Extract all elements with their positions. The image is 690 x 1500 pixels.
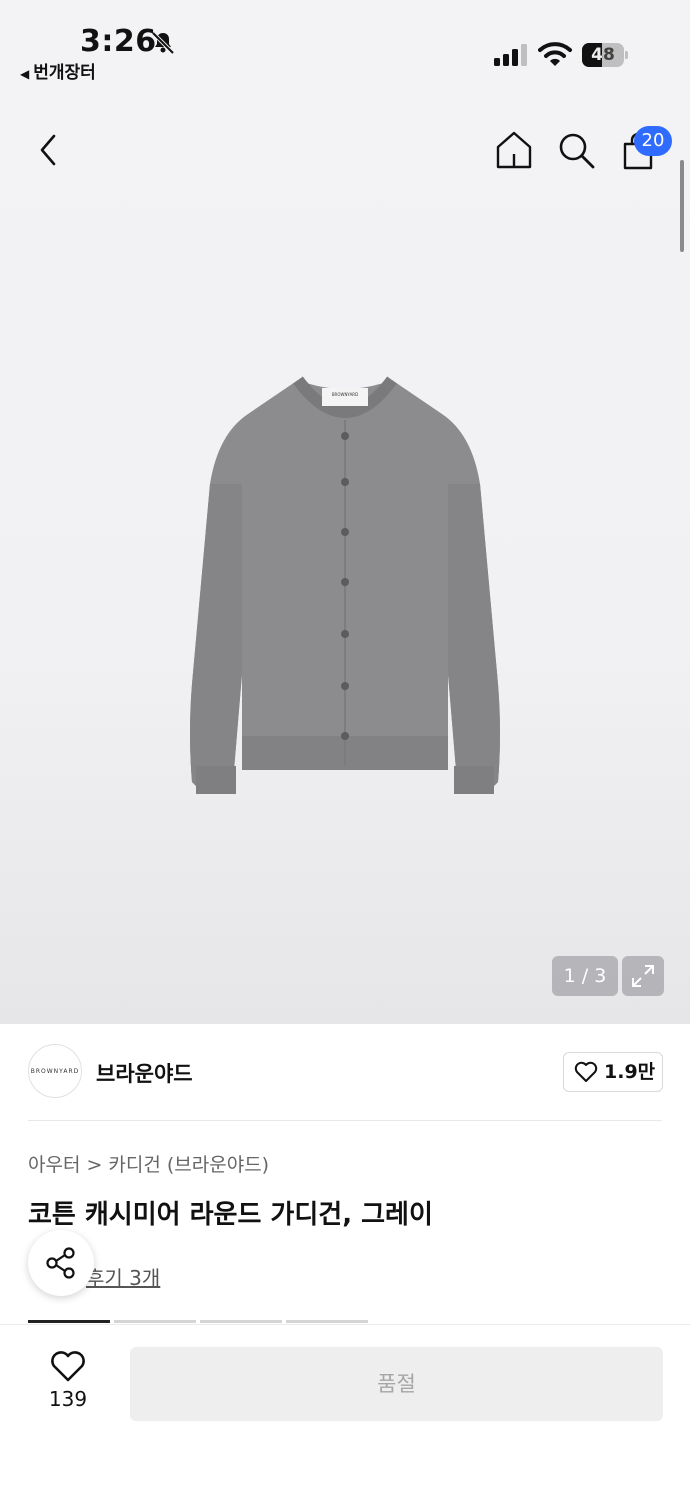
breadcrumb-item-cardigan[interactable]: 카디건 (브라운야드): [108, 1154, 269, 1176]
review-link[interactable]: 후기 3개: [86, 1262, 160, 1291]
breadcrumb: 아우터 > 카디건 (브라운야드): [28, 1150, 269, 1177]
status-time: 3:26: [80, 24, 157, 59]
battery-indicator: 48: [582, 43, 628, 67]
divider: [28, 1120, 662, 1121]
wifi-icon: [538, 42, 572, 66]
wishlist-button[interactable]: 139: [38, 1351, 98, 1431]
search-icon[interactable]: [556, 130, 596, 170]
heart-icon: [51, 1351, 85, 1382]
share-icon: [46, 1247, 75, 1279]
back-to-app-link[interactable]: ◀ 번개장터: [20, 58, 96, 83]
product-image-cardigan: BROWNYARD: [190, 376, 500, 794]
back-triangle-icon: ◀: [20, 67, 30, 81]
garment-label-text: BROWNYARD: [332, 392, 358, 397]
expand-image-button[interactable]: [622, 956, 664, 996]
brand-logo[interactable]: BROWNYARD: [28, 1044, 82, 1098]
image-counter: 1 / 3: [552, 956, 618, 996]
brand-like-count: 1.9만: [604, 1061, 656, 1083]
product-gallery[interactable]: 20 BROWNYARD 1 / 3: [0, 90, 690, 1024]
product-title: 코튼 캐시미어 라운드 가디건, 그레이: [28, 1200, 433, 1230]
bottom-action-bar: 139 품절: [0, 1324, 690, 1500]
heart-icon: [574, 1061, 598, 1082]
share-button[interactable]: [28, 1230, 94, 1296]
expand-icon: [632, 965, 654, 987]
home-icon[interactable]: [494, 130, 534, 170]
battery-nub: [625, 51, 628, 59]
cellular-signal-icon: [494, 44, 527, 66]
battery-level: 48: [591, 45, 615, 65]
cart-count-badge[interactable]: 20: [634, 126, 672, 156]
brand-row: BROWNYARD 브라운야드 1.9만: [0, 1024, 690, 1120]
wishlist-count: 139: [48, 1387, 88, 1411]
status-bar: 3:26 ◀ 번개장터 48: [0, 0, 690, 90]
muted-bell-icon: [151, 31, 175, 55]
scrollbar-thumb[interactable]: [680, 160, 684, 252]
breadcrumb-item-outer[interactable]: 아우터: [28, 1154, 80, 1176]
sold-out-button: 품절: [130, 1347, 663, 1421]
brand-like-button[interactable]: 1.9만: [563, 1052, 663, 1092]
back-arrow-icon[interactable]: [30, 130, 66, 170]
brand-name[interactable]: 브라운야드: [96, 1058, 193, 1088]
breadcrumb-separator: >: [86, 1154, 103, 1176]
back-app-label: 번개장터: [33, 63, 96, 83]
